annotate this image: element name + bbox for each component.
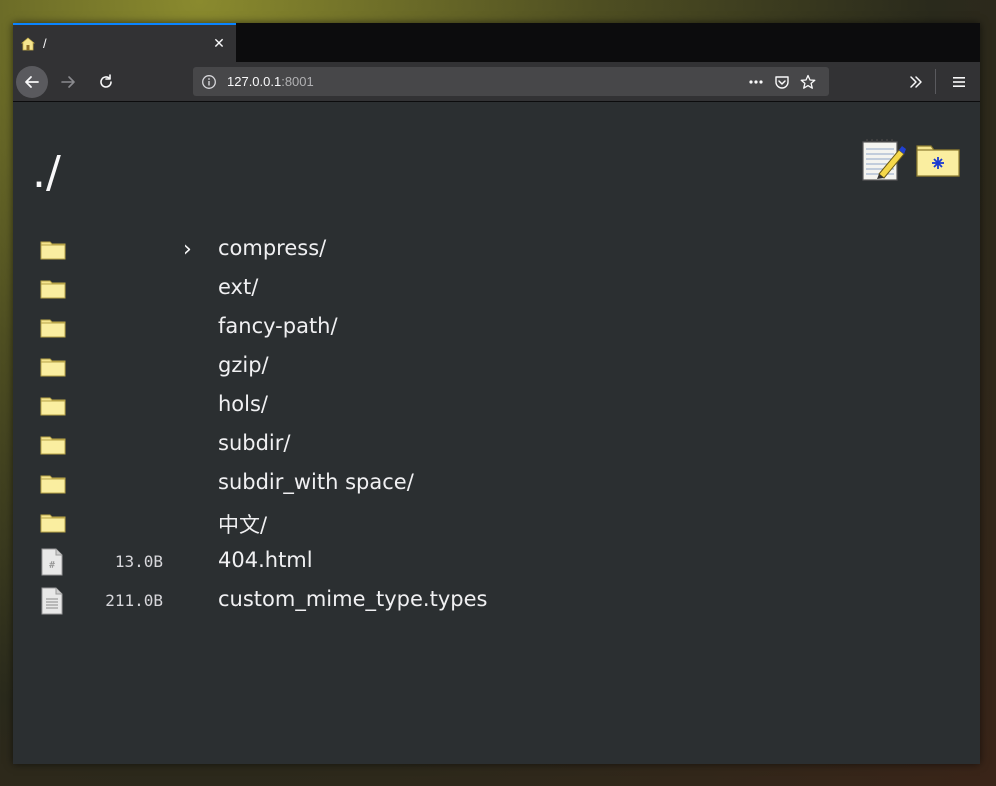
url-host: 127.0.0.1	[227, 74, 282, 89]
text-file-icon	[41, 587, 63, 615]
back-button[interactable]	[16, 65, 48, 98]
tab-close-icon[interactable]: ✕	[210, 36, 228, 52]
entry-name[interactable]: 404.html	[218, 548, 313, 572]
nav-toolbar: 127.0.0.1:8001	[13, 62, 980, 102]
folder-icon	[40, 436, 66, 455]
star-icon	[800, 74, 816, 89]
browser-window: / ✕ 127.0.0.1:8001 ./ › compress/ ext/ …	[13, 23, 980, 764]
top-action-icons	[861, 138, 961, 182]
tab-title: /	[43, 36, 47, 51]
home-favicon-icon	[21, 36, 35, 50]
toolbar-separator	[935, 69, 936, 94]
list-item[interactable]: › compress/	[13, 230, 980, 269]
more-dots-icon	[749, 79, 763, 84]
url-bar[interactable]: 127.0.0.1:8001	[193, 67, 829, 96]
page-content: ./ › compress/ ext/ fancy-path/ gzip/ ho…	[13, 102, 980, 764]
folder-icon	[40, 358, 66, 377]
entry-size: 13.0B	[114, 552, 163, 571]
list-item[interactable]: 211.0B custom_mime_type.types	[13, 581, 980, 620]
reload-icon	[100, 73, 112, 88]
back-arrow-icon	[25, 75, 39, 88]
list-item[interactable]: # 13.0B 404.html	[13, 542, 980, 581]
list-item[interactable]: gzip/	[13, 347, 980, 386]
entry-size: 211.0B	[105, 591, 163, 610]
entry-name[interactable]: gzip/	[218, 353, 269, 377]
html-file-icon: #	[41, 548, 63, 576]
bookmark-button[interactable]	[795, 71, 821, 93]
pocket-icon	[775, 75, 789, 89]
page-title: ./	[32, 147, 61, 198]
file-listing: › compress/ ext/ fancy-path/ gzip/ hols/…	[13, 230, 980, 620]
folder-icon	[40, 514, 66, 533]
list-item[interactable]: subdir/	[13, 425, 980, 464]
hamburger-menu-button[interactable]	[944, 67, 974, 97]
svg-text:#: #	[49, 560, 55, 571]
entry-name[interactable]: 中文/	[218, 509, 267, 539]
reload-button[interactable]	[91, 67, 121, 97]
folder-icon	[40, 319, 66, 338]
chevron-right-icon: ›	[183, 237, 192, 262]
hamburger-icon	[953, 77, 965, 87]
double-chevron-icon	[910, 76, 922, 88]
url-port: :8001	[281, 74, 314, 89]
folder-icon	[40, 397, 66, 416]
notepad-edit-icon[interactable]	[861, 138, 907, 182]
overflow-menu-button[interactable]	[901, 67, 931, 97]
site-info-icon[interactable]	[201, 74, 217, 90]
entry-name[interactable]: subdir/	[218, 431, 290, 455]
tab-bar: / ✕	[13, 23, 980, 62]
entry-name[interactable]: hols/	[218, 392, 268, 416]
pocket-button[interactable]	[769, 71, 795, 93]
folder-icon	[40, 241, 66, 260]
list-item[interactable]: 中文/	[13, 503, 980, 542]
entry-name[interactable]: custom_mime_type.types	[218, 587, 487, 611]
entry-name[interactable]: ext/	[218, 275, 258, 299]
tab-active[interactable]: / ✕	[13, 23, 236, 62]
list-item[interactable]: subdir_with space/	[13, 464, 980, 503]
folder-icon	[40, 475, 66, 494]
folder-icon	[40, 280, 66, 299]
list-item[interactable]: fancy-path/	[13, 308, 980, 347]
entry-name[interactable]: fancy-path/	[218, 314, 338, 338]
entry-name[interactable]: subdir_with space/	[218, 470, 414, 494]
new-folder-icon[interactable]	[915, 138, 961, 178]
list-item[interactable]: ext/	[13, 269, 980, 308]
entry-name[interactable]: compress/	[218, 236, 326, 260]
forward-button[interactable]	[53, 67, 83, 97]
page-actions-button[interactable]	[743, 71, 769, 93]
list-item[interactable]: hols/	[13, 386, 980, 425]
forward-arrow-icon	[61, 75, 75, 88]
